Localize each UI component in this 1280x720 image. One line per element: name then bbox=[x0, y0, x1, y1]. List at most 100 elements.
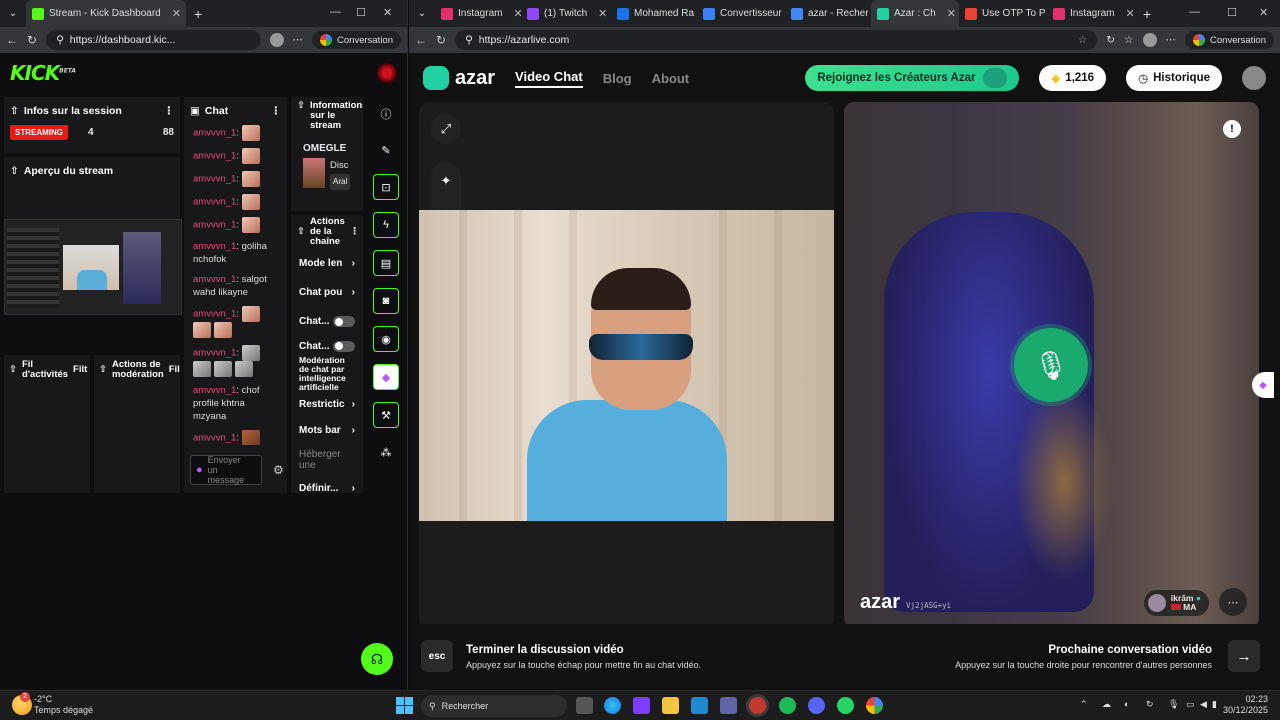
profile-avatar-icon[interactable] bbox=[1142, 33, 1157, 47]
chat-menu-icon[interactable]: ⋮ bbox=[271, 105, 282, 117]
tray-volume-icon[interactable]: ◀ bbox=[1200, 699, 1207, 710]
action-row[interactable]: Définir... › bbox=[299, 474, 355, 493]
close-tab-icon[interactable]: ✕ bbox=[592, 7, 607, 20]
conversation-button[interactable]: Conversation bbox=[1185, 31, 1274, 49]
chat-username[interactable]: amvvvn_1 bbox=[193, 241, 236, 252]
chat-username[interactable]: amvvvn_1 bbox=[193, 348, 236, 359]
sparkle-effects-icon[interactable]: ✦ bbox=[431, 162, 461, 200]
chat-username[interactable]: amvvvn_1 bbox=[193, 151, 236, 162]
info-icon[interactable]: ⓘ bbox=[366, 96, 406, 132]
new-tab-icon[interactable]: + bbox=[194, 6, 202, 22]
tray-cloud-icon[interactable]: ☁ bbox=[1102, 699, 1111, 710]
nav-video-chat[interactable]: Video Chat bbox=[515, 69, 583, 88]
minimize-icon[interactable]: — bbox=[330, 6, 341, 18]
action-row[interactable]: Chat pou › bbox=[299, 278, 355, 307]
close-tab-icon[interactable]: ✕ bbox=[1119, 7, 1134, 20]
stream-preview-thumbnail[interactable] bbox=[4, 219, 182, 315]
kick-logo[interactable]: KICKBETA bbox=[10, 61, 76, 85]
reload-icon[interactable]: ↻ bbox=[436, 33, 446, 47]
reload-icon[interactable]: ↻ bbox=[27, 33, 37, 47]
next-chat-info[interactable]: Prochaine conversation vidéo Appuyez sur… bbox=[955, 644, 1212, 670]
chat-username[interactable]: amvvvn_1 bbox=[193, 309, 236, 320]
screenshot-icon[interactable]: ⊡ bbox=[373, 174, 399, 200]
action-row[interactable]: Héberger une bbox=[299, 445, 355, 474]
category-thumbnail[interactable] bbox=[303, 158, 325, 188]
tray-battery-icon[interactable]: ▮ bbox=[1212, 699, 1217, 710]
chat-username[interactable]: amvvvn_1 bbox=[193, 274, 236, 285]
tab-kick-dashboard[interactable]: Stream - Kick Dashboard ✕ bbox=[26, 0, 186, 27]
app-heart-icon[interactable] bbox=[633, 697, 650, 714]
mod-filter-button[interactable]: Fil bbox=[169, 365, 180, 375]
ai-moderation-label[interactable]: Modération de chat par intelligence arti… bbox=[299, 356, 355, 392]
minimize-icon[interactable]: — bbox=[1189, 6, 1200, 18]
stream-tag-1[interactable]: Disc bbox=[330, 158, 350, 174]
end-chat-info[interactable]: Terminer la discussion vidéo Appuyez sur… bbox=[466, 644, 701, 670]
action-toggle[interactable] bbox=[333, 340, 355, 352]
record-app-icon[interactable] bbox=[749, 697, 766, 714]
back-icon[interactable]: ← bbox=[6, 33, 18, 47]
lightning-icon[interactable]: ϟ bbox=[373, 212, 399, 238]
browser-tab[interactable]: Instagram ✕ bbox=[1047, 0, 1135, 27]
tray-network-icon[interactable]: ▭ bbox=[1186, 699, 1195, 710]
stream-tag-2[interactable]: Aral bbox=[330, 174, 351, 190]
chat-username[interactable]: amvvvn_1 bbox=[193, 128, 236, 139]
task-view-icon[interactable] bbox=[576, 697, 593, 714]
chat-messages[interactable]: amvvvn_1: amvvvn_1: amvvvn_1: amvvvn_1: … bbox=[184, 125, 287, 445]
action-row[interactable]: Restrictic › bbox=[299, 392, 355, 416]
close-window-icon[interactable]: ✕ bbox=[1259, 6, 1268, 19]
chat-bubble-icon[interactable]: ⋯ bbox=[1219, 588, 1247, 616]
new-tab-icon[interactable]: + bbox=[1143, 6, 1151, 22]
browser-tab[interactable]: Instagram ✕ bbox=[435, 0, 521, 27]
mic-icon[interactable]: ● bbox=[196, 464, 203, 476]
support-headset-icon[interactable]: ☊ bbox=[361, 643, 393, 675]
chat-username[interactable]: amvvvn_1 bbox=[193, 174, 236, 185]
report-icon[interactable]: ! bbox=[1223, 120, 1241, 138]
tab-list-icon[interactable]: ⌄ bbox=[409, 8, 435, 19]
chat-settings-gear-icon[interactable]: ⚙ bbox=[273, 463, 284, 477]
more-menu-icon[interactable]: ⋯ bbox=[293, 34, 304, 46]
user-avatar[interactable] bbox=[377, 63, 397, 83]
nav-blog[interactable]: Blog bbox=[603, 71, 632, 86]
activity-filter-button[interactable]: Filt bbox=[73, 365, 87, 375]
action-row[interactable]: Chat... bbox=[299, 307, 355, 336]
stream-category[interactable]: OMEGLE bbox=[291, 135, 363, 154]
fullscreen-icon[interactable]: ⤢ bbox=[431, 114, 461, 144]
next-arrow-icon[interactable]: → bbox=[1228, 640, 1260, 672]
taskbar-search[interactable]: ⚲ Rechercher bbox=[421, 695, 567, 717]
side-pin-icon[interactable]: ◆ bbox=[1252, 372, 1274, 398]
browser-tab[interactable]: Convertisseur✕ bbox=[697, 0, 785, 27]
spotify-icon[interactable] bbox=[779, 697, 796, 714]
broadcast-icon[interactable]: ◉ bbox=[373, 326, 399, 352]
refresh-extension-icon[interactable]: ↻ bbox=[1106, 34, 1115, 46]
chat-input[interactable]: ● Envoyer un message bbox=[190, 455, 262, 485]
gems-button[interactable]: ◆ 1,216 bbox=[1039, 65, 1107, 91]
maximize-icon[interactable]: ☐ bbox=[1227, 6, 1237, 19]
action-row[interactable]: Mode len › bbox=[299, 249, 355, 278]
esc-key-button[interactable]: esc bbox=[421, 640, 453, 672]
tab-list-icon[interactable]: ⌄ bbox=[0, 8, 26, 19]
weather-widget[interactable]: -2°C Temps dégagé bbox=[34, 694, 93, 716]
browser-tab[interactable]: (1) Twitch ✕ bbox=[521, 0, 611, 27]
site-info-icon[interactable]: ⚲ bbox=[465, 34, 473, 46]
profile-avatar-icon[interactable] bbox=[269, 33, 284, 47]
taskbar-clock[interactable]: 02:23 30/12/2025 bbox=[1222, 694, 1268, 716]
azar-logo[interactable]: azar bbox=[423, 66, 495, 90]
browser-tab[interactable]: Mohamed Ra✕ bbox=[611, 0, 697, 27]
site-info-icon[interactable]: ⚲ bbox=[56, 34, 64, 46]
profile-icon[interactable] bbox=[1242, 66, 1266, 90]
url-field[interactable]: ⚲ https://azarlive.com ☆ bbox=[455, 30, 1098, 50]
edge-icon[interactable] bbox=[604, 697, 621, 714]
discord-icon[interactable] bbox=[808, 697, 825, 714]
browser-tab-active[interactable]: Azar : Ch ✕ bbox=[871, 0, 959, 27]
wrench-icon[interactable]: ⚒ bbox=[373, 402, 399, 428]
location-pin-icon[interactable]: ◆ bbox=[373, 364, 399, 390]
session-menu-icon[interactable]: ⋮ bbox=[164, 105, 175, 117]
microphone-icon[interactable]: 🎙 bbox=[1014, 328, 1088, 402]
url-field[interactable]: ⚲ https://dashboard.kic... bbox=[46, 30, 261, 50]
chat-username[interactable]: amvvvn_1 bbox=[193, 197, 236, 208]
teams-icon[interactable] bbox=[720, 697, 737, 714]
back-icon[interactable]: ← bbox=[415, 33, 427, 47]
nav-about[interactable]: About bbox=[652, 71, 690, 86]
community-icon[interactable]: ⁂ bbox=[366, 434, 406, 470]
chat-username[interactable]: amvvvn_1 bbox=[193, 433, 236, 444]
